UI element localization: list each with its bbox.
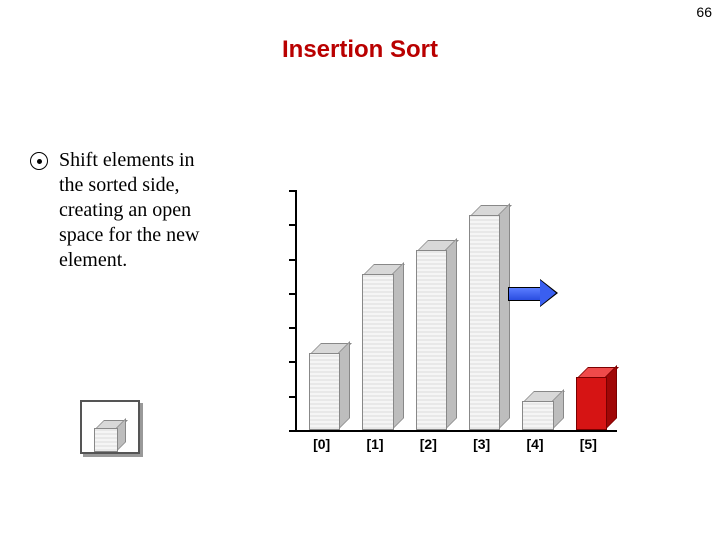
x-tick-label: [0] bbox=[307, 436, 337, 452]
body-paragraph: Shift elements in the sorted side, creat… bbox=[59, 148, 214, 273]
x-tick-label: [3] bbox=[467, 436, 497, 452]
bar bbox=[309, 355, 338, 430]
y-tick bbox=[289, 259, 297, 261]
legend-box bbox=[80, 400, 140, 454]
y-tick bbox=[289, 190, 297, 192]
bar bbox=[416, 252, 445, 430]
y-tick bbox=[289, 396, 297, 398]
shift-arrow-icon bbox=[508, 283, 555, 303]
y-tick bbox=[289, 361, 297, 363]
bullet-icon bbox=[30, 152, 48, 170]
body-text: Shift elements in the sorted side, creat… bbox=[30, 148, 215, 273]
page-number: 66 bbox=[696, 4, 712, 20]
y-tick bbox=[289, 224, 297, 226]
y-tick bbox=[289, 293, 297, 295]
x-tick-label: [4] bbox=[520, 436, 550, 452]
plot-area bbox=[295, 190, 617, 432]
bar-highlight bbox=[576, 379, 605, 430]
x-tick-label: [5] bbox=[573, 436, 603, 452]
bar bbox=[469, 217, 498, 430]
x-tick-label: [2] bbox=[413, 436, 443, 452]
page-title: Insertion Sort bbox=[0, 36, 720, 64]
bar bbox=[362, 276, 391, 430]
bar bbox=[522, 403, 551, 430]
y-tick bbox=[289, 430, 297, 432]
bar-chart: 010203040506070 [0][1][2][3][4][5] bbox=[260, 190, 680, 470]
x-tick-label: [1] bbox=[360, 436, 390, 452]
y-tick bbox=[289, 327, 297, 329]
